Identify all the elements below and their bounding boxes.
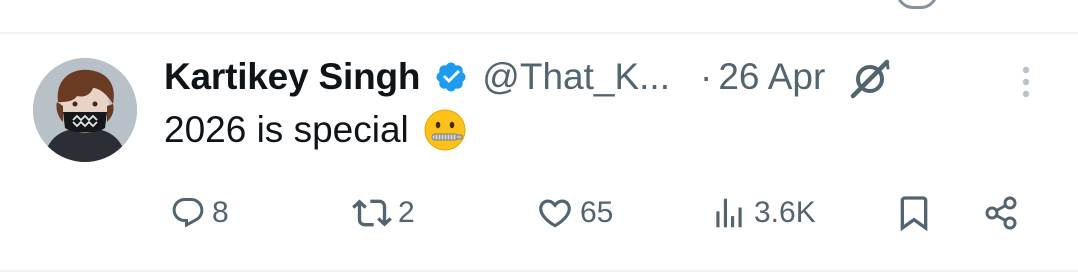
verified-badge-icon[interactable] <box>434 60 468 94</box>
share-button[interactable] <box>982 190 1022 236</box>
partial-icon <box>896 0 938 9</box>
reply-icon <box>172 198 204 228</box>
views-icon <box>716 198 742 228</box>
author-handle[interactable]: @That_K... <box>482 56 670 98</box>
previous-tweet-edge <box>0 0 1078 34</box>
repost-button[interactable]: 2 <box>352 190 415 236</box>
bookmark-button[interactable] <box>894 190 934 236</box>
avatar[interactable] <box>33 58 137 162</box>
separator: · <box>699 56 713 97</box>
action-bar: 8 2 65 3.6K <box>0 190 1078 236</box>
repost-icon <box>352 199 392 227</box>
share-icon <box>985 196 1017 230</box>
views-button[interactable]: 3.6K <box>710 190 816 236</box>
avatar-image <box>33 58 137 162</box>
zipper-mouth-face-icon <box>424 109 466 151</box>
views-count: 3.6K <box>754 196 816 229</box>
reply-count: 8 <box>212 196 229 229</box>
author-name[interactable]: Kartikey Singh <box>164 56 420 98</box>
grok-icon[interactable] <box>847 54 893 100</box>
like-icon <box>539 199 571 228</box>
bookmark-icon <box>900 196 928 232</box>
tweet-date[interactable]: 26 Apr <box>718 56 825 98</box>
tweet[interactable]: Kartikey Singh @That_K... · 26 Apr 2026 … <box>0 34 1078 272</box>
tweet-text-line: 2026 is special <box>164 108 467 152</box>
tweet-header: Kartikey Singh @That_K... · 26 Apr <box>164 54 893 100</box>
tweet-text: 2026 is special <box>164 109 409 150</box>
repost-count: 2 <box>398 196 415 229</box>
like-button[interactable]: 65 <box>536 190 613 236</box>
like-count: 65 <box>580 196 614 229</box>
reply-button[interactable]: 8 <box>170 190 229 236</box>
more-icon[interactable] <box>1014 62 1038 102</box>
